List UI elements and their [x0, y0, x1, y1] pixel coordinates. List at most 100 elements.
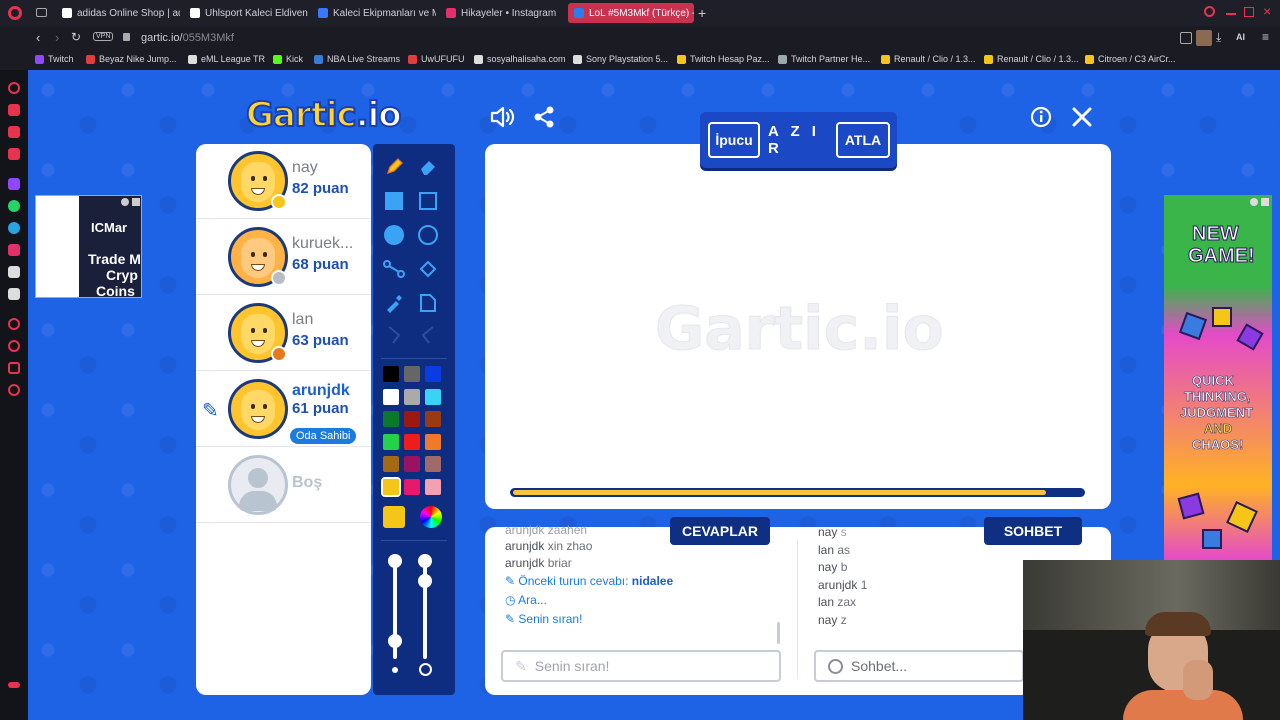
empty-slot[interactable]: Boş [196, 448, 371, 523]
x-icon[interactable] [8, 288, 20, 300]
player-icon[interactable] [8, 148, 20, 160]
slider-knob[interactable] [418, 574, 432, 588]
chat-tab[interactable]: SOHBET [984, 517, 1082, 545]
search-tabs-icon[interactable] [1204, 6, 1215, 17]
slider-knob[interactable] [418, 554, 432, 568]
color-swatch[interactable] [404, 456, 420, 472]
profile-avatar[interactable] [1196, 30, 1212, 46]
pencil-tool-icon[interactable] [381, 154, 407, 180]
new-tab-icon[interactable]: + [698, 5, 706, 21]
color-swatch[interactable] [404, 366, 420, 382]
download-icon[interactable]: ⤓ [1216, 30, 1221, 45]
slider-knob[interactable] [388, 634, 402, 648]
settings-icon[interactable] [8, 384, 20, 396]
eyedropper-tool-icon[interactable] [381, 290, 407, 316]
color-swatch[interactable] [425, 433, 441, 450]
bookmark-item[interactable]: sosyalhalisaha.com [474, 54, 566, 64]
instagram-icon[interactable] [8, 244, 20, 256]
clock-icon[interactable] [8, 340, 20, 352]
bookmark-item[interactable]: Citroen / C3 AirCr... [1085, 54, 1176, 64]
chat-input[interactable]: Sohbet... [814, 650, 1024, 682]
close-window-icon[interactable]: × [1263, 3, 1271, 19]
bookmark-item[interactable]: UwUFUFU [408, 54, 465, 64]
ad-info-icon[interactable] [121, 198, 129, 206]
left-ad-banner[interactable]: ICMar Trade M Cryp Coins [35, 195, 142, 298]
ai-icon[interactable]: AI [1236, 32, 1245, 42]
color-swatch[interactable] [383, 456, 399, 472]
bookmark-item[interactable]: NBA Live Streams [314, 54, 400, 64]
history-icon[interactable] [8, 318, 20, 330]
sound-icon[interactable] [488, 103, 516, 131]
maximize-icon[interactable] [1244, 7, 1254, 17]
rect-tool-icon[interactable] [415, 188, 441, 214]
color-swatch[interactable] [425, 366, 441, 382]
close-icon[interactable] [1068, 103, 1096, 131]
ad-close-icon[interactable] [1261, 198, 1269, 206]
line-tool-icon[interactable] [381, 256, 407, 282]
bookmark-item[interactable]: Beyaz Nike Jump... [86, 54, 177, 64]
ad-close-icon[interactable] [132, 198, 140, 206]
back-icon[interactable]: ‹ [36, 30, 40, 45]
bookmark-item[interactable]: Kick [273, 54, 303, 64]
twitch-icon[interactable] [8, 178, 20, 190]
opacity-slider[interactable] [418, 554, 432, 659]
browser-tab[interactable]: Hikayeler • Instagram [440, 3, 564, 23]
brush-size-slider[interactable] [388, 554, 402, 659]
color-swatch[interactable] [425, 388, 441, 405]
fill-bucket-tool-icon[interactable] [415, 256, 441, 282]
color-swatch[interactable] [383, 411, 399, 427]
bookmark-item[interactable]: Renault / Clio / 1.3... [984, 54, 1079, 64]
circle-tool-icon[interactable] [415, 222, 441, 248]
telegram-icon[interactable] [8, 222, 20, 234]
minimize-icon[interactable] [1226, 13, 1236, 15]
current-color-swatch[interactable] [383, 506, 405, 528]
color-swatch[interactable] [404, 388, 420, 405]
skip-button[interactable]: ATLA [836, 122, 890, 158]
color-swatch[interactable] [404, 478, 420, 495]
player-card[interactable]: lan 63 puan [196, 296, 371, 371]
redo-tool-icon[interactable] [415, 322, 441, 348]
browser-tab[interactable]: Uhlsport Kaleci Eldiveni [184, 3, 308, 23]
more-icon[interactable] [8, 682, 20, 688]
extensions-icon[interactable] [1180, 32, 1192, 44]
browser-tab[interactable]: Kaleci Ekipmanları ve Mal [312, 3, 436, 23]
hint-button[interactable]: İpucu [708, 122, 760, 158]
filled-rect-tool-icon[interactable] [381, 188, 407, 214]
undo-tool-icon[interactable] [381, 322, 407, 348]
answer-input[interactable]: ✎ Senin sıran! [501, 650, 781, 682]
bookmark-item[interactable]: Renault / Clio / 1.3... [881, 54, 976, 64]
answers-scrollbar[interactable] [777, 622, 780, 644]
color-swatch[interactable] [383, 433, 399, 450]
color-swatch[interactable] [425, 411, 441, 427]
color-swatch[interactable] [404, 411, 420, 427]
eraser-tool-icon[interactable] [415, 154, 441, 180]
color-swatch[interactable] [425, 456, 441, 472]
reload-icon[interactable]: ↻ [71, 30, 81, 44]
forward-icon[interactable]: › [55, 30, 59, 45]
color-swatch-selected[interactable] [381, 476, 401, 497]
color-wheel-icon[interactable] [420, 506, 442, 528]
whatsapp-icon[interactable] [8, 200, 20, 212]
browser-tab-active[interactable]: LoL #5M3Mkf (Türkçe) - G [568, 3, 694, 23]
bookmark-item[interactable]: Sony Playstation 5... [573, 54, 668, 64]
aria-icon[interactable] [8, 82, 20, 94]
bookmark-item[interactable]: eML League TR [188, 54, 265, 64]
filled-circle-tool-icon[interactable] [381, 222, 407, 248]
color-swatch[interactable] [404, 433, 420, 450]
new-page-tool-icon[interactable] [415, 290, 441, 316]
opera-logo-icon[interactable] [8, 6, 22, 20]
menu-icon[interactable]: ≡ [1262, 30, 1269, 44]
messages-icon[interactable] [8, 126, 20, 138]
info-icon[interactable] [1027, 103, 1055, 131]
color-swatch[interactable] [383, 366, 399, 382]
ad-info-icon[interactable] [1250, 198, 1258, 206]
speed-dial-icon[interactable] [8, 104, 20, 116]
bookmark-item[interactable]: Twitch Partner He... [778, 54, 870, 64]
right-ad-banner[interactable]: NEW GAME! QUICK THINKING, JUDGMENT AND C… [1164, 195, 1272, 560]
player-card-drawing[interactable]: ✎ arunjdk 61 puan Oda Sahibi [196, 372, 371, 447]
color-swatch[interactable] [425, 478, 441, 495]
url-field[interactable]: gartic.io/055M3Mkf [141, 32, 234, 44]
workspaces-icon[interactable] [36, 8, 47, 17]
browser-tab[interactable]: adidas Online Shop | adid [56, 3, 180, 23]
share-icon[interactable] [530, 103, 558, 131]
